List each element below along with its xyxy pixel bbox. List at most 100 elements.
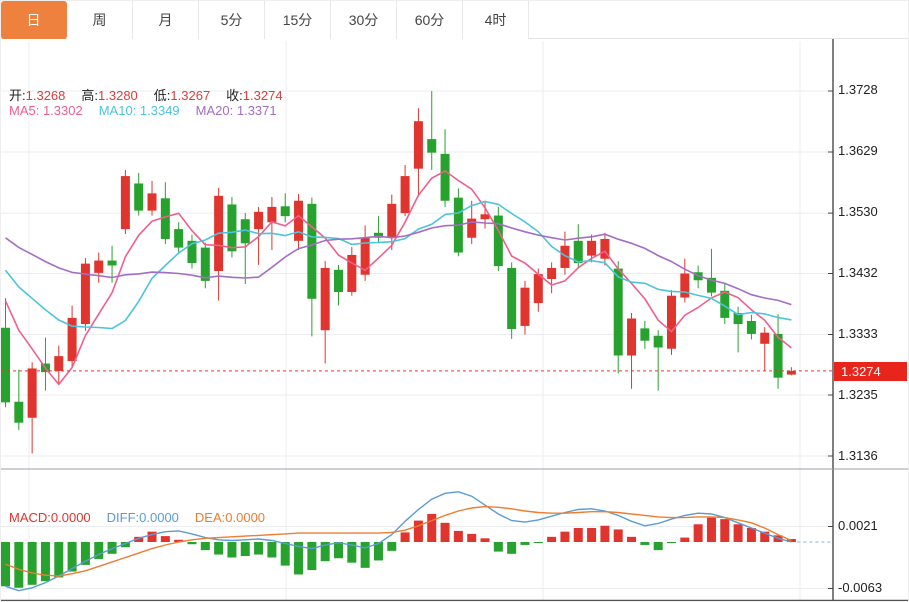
macd-bar[interactable] [667, 542, 676, 543]
macd-bar[interactable] [547, 537, 556, 542]
macd-bar[interactable] [227, 542, 236, 558]
chart-area: 开:1.3268 高:1.3280 低:1.3267 收:1.3274 MA5:… [1, 39, 909, 602]
candle[interactable] [374, 216, 383, 243]
candle[interactable] [174, 222, 183, 253]
macd-bar[interactable] [494, 542, 503, 552]
candle[interactable] [94, 253, 103, 283]
price-axis-label: 1.3235 [838, 387, 904, 402]
candle[interactable] [760, 327, 769, 371]
candle[interactable] [627, 313, 636, 389]
candle[interactable] [680, 259, 689, 303]
macd-bar[interactable] [574, 528, 583, 542]
tab-4hour[interactable]: 4时 [463, 1, 529, 39]
macd-bar[interactable] [241, 542, 250, 556]
candle[interactable] [307, 198, 316, 337]
macd-bar[interactable] [361, 542, 370, 568]
candle[interactable] [481, 202, 490, 229]
candle[interactable] [454, 188, 463, 256]
macd-bar[interactable] [587, 528, 596, 542]
tab-week[interactable]: 周 [67, 1, 133, 39]
macd-bar[interactable] [627, 537, 636, 542]
macd-bar[interactable] [507, 542, 516, 554]
macd-bar[interactable] [214, 542, 223, 555]
macd-bar[interactable] [281, 542, 290, 566]
macd-bar[interactable] [387, 542, 396, 551]
candle[interactable] [747, 315, 756, 340]
macd-bar[interactable] [267, 542, 276, 558]
macd-bar[interactable] [747, 528, 756, 542]
candle[interactable] [347, 247, 356, 296]
macd-panel[interactable] [1, 492, 831, 591]
tab-day[interactable]: 日 [1, 1, 67, 39]
candle[interactable] [201, 243, 210, 289]
macd-bar[interactable] [534, 542, 543, 543]
macd-bar[interactable] [427, 514, 436, 542]
candle[interactable] [427, 91, 436, 170]
candle[interactable] [294, 194, 303, 250]
macd-bar[interactable] [614, 529, 623, 542]
macd-legend: MACD:0.0000 DIFF:0.0000 DEA:0.0000 [9, 510, 265, 525]
macd-bar[interactable] [414, 521, 423, 542]
macd-bar[interactable] [307, 542, 316, 570]
candle[interactable] [547, 262, 556, 293]
macd-bar[interactable] [707, 518, 716, 542]
candle[interactable] [507, 262, 516, 338]
macd-bar[interactable] [401, 532, 410, 542]
macd-bar[interactable] [520, 542, 529, 545]
candle[interactable] [281, 193, 290, 222]
candle[interactable] [14, 370, 23, 430]
tab-30min[interactable]: 30分 [331, 1, 397, 39]
candle[interactable] [600, 233, 609, 266]
tab-60min[interactable]: 60分 [397, 1, 463, 39]
macd-bar[interactable] [654, 542, 663, 550]
macd-bar[interactable] [560, 532, 569, 542]
candle[interactable] [441, 129, 450, 207]
candle[interactable] [121, 170, 130, 234]
macd-bar[interactable] [734, 524, 743, 542]
candle[interactable] [81, 258, 90, 331]
macd-bar[interactable] [187, 542, 196, 544]
candle[interactable] [334, 265, 343, 306]
candle[interactable] [134, 173, 143, 216]
candle[interactable] [1, 298, 10, 407]
macd-bar[interactable] [254, 542, 263, 555]
candle[interactable] [54, 346, 63, 384]
candle[interactable] [667, 290, 676, 355]
macd-bar[interactable] [54, 542, 63, 577]
diff-readout: DIFF:0.0000 [107, 510, 179, 525]
tab-month[interactable]: 月 [133, 1, 199, 39]
candle[interactable] [494, 207, 503, 271]
macd-bar[interactable] [14, 542, 23, 588]
candle[interactable] [161, 182, 170, 244]
candle[interactable] [187, 235, 196, 269]
macd-bar[interactable] [28, 542, 37, 585]
candle[interactable] [214, 188, 223, 301]
candle[interactable] [414, 108, 423, 194]
candle[interactable] [654, 330, 663, 390]
tab-5min[interactable]: 5分 [199, 1, 265, 39]
candle[interactable] [361, 225, 370, 280]
candle[interactable] [148, 181, 157, 216]
diff-line [6, 492, 792, 591]
macd-bar[interactable] [680, 538, 689, 542]
macd-bar[interactable] [201, 542, 210, 550]
candle[interactable] [520, 281, 529, 335]
macd-bar[interactable] [694, 524, 703, 542]
macd-bar[interactable] [481, 538, 490, 542]
candle[interactable] [640, 321, 649, 349]
macd-bar[interactable] [600, 526, 609, 542]
candle[interactable] [321, 261, 330, 363]
candle[interactable] [401, 165, 410, 216]
macd-bar[interactable] [467, 534, 476, 542]
macd-bar[interactable] [441, 523, 450, 542]
tab-15min[interactable]: 15分 [265, 1, 331, 39]
macd-readout: MACD:0.0000 [9, 510, 91, 525]
macd-bar[interactable] [161, 536, 170, 542]
open-readout: 开:1.3268 [9, 85, 65, 104]
macd-bar[interactable] [720, 519, 729, 542]
macd-bar[interactable] [334, 542, 343, 558]
macd-bar[interactable] [640, 542, 649, 545]
macd-bar[interactable] [454, 531, 463, 542]
candle[interactable] [774, 314, 783, 389]
candle[interactable] [707, 249, 716, 296]
